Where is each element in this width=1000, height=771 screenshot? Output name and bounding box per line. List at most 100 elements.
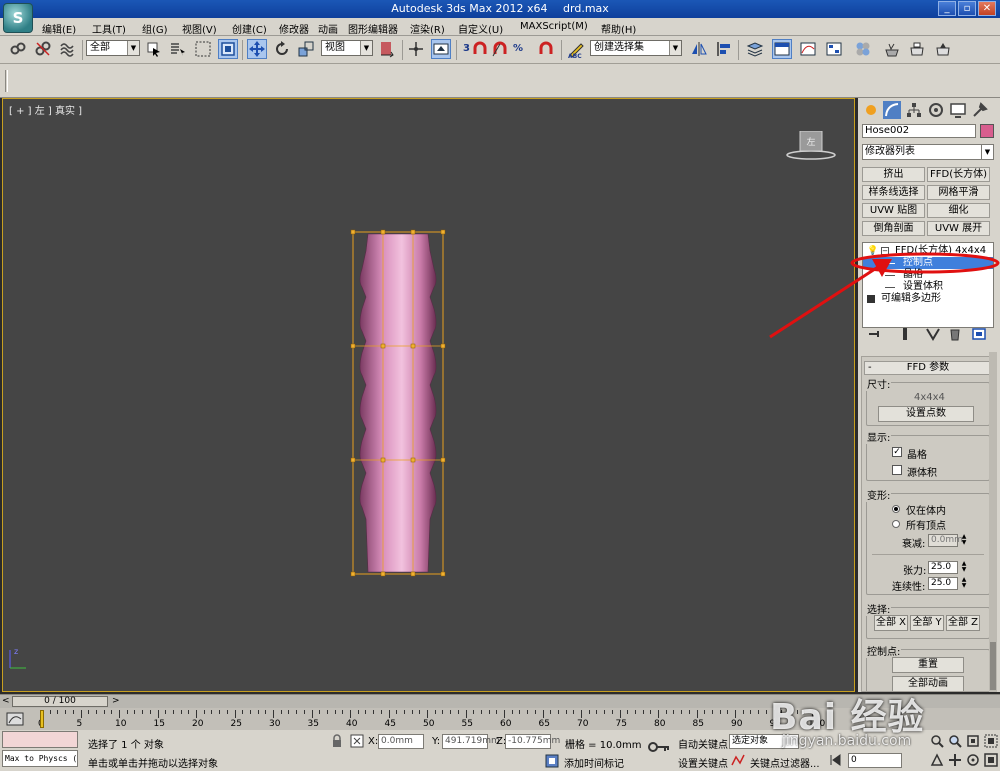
select-and-manipulate-icon[interactable]	[406, 39, 426, 59]
falloff-spinner[interactable]: 0.0mm	[928, 534, 963, 547]
modifier-list-dropdown[interactable]: 修改器列表 ▼	[862, 144, 994, 160]
rollout-header[interactable]: - FFD 参数	[864, 361, 992, 375]
menu-animation[interactable]: 动画	[318, 21, 338, 36]
set-number-of-points-button[interactable]: 设置点数	[878, 406, 974, 422]
graphite-ribbon-icon[interactable]	[772, 39, 792, 59]
minimize-button[interactable]: _	[938, 1, 956, 16]
x-coordinate-field[interactable]: 0.0mm	[378, 734, 424, 749]
maximize-viewport-icon[interactable]	[984, 753, 998, 767]
select-all-z-button[interactable]: 全部 Z	[946, 615, 980, 631]
orbit-icon[interactable]	[966, 753, 980, 767]
key-icon[interactable]	[648, 740, 670, 754]
pan-view-icon[interactable]	[948, 753, 962, 767]
rotate-icon[interactable]	[272, 39, 292, 59]
z-coordinate-field[interactable]: -10.775mm	[505, 734, 560, 749]
app-logo-button[interactable]: S	[3, 3, 33, 33]
menu-help[interactable]: 帮助(H)	[601, 21, 636, 36]
time-slider-right-arrow[interactable]: >	[112, 695, 122, 708]
time-slider-left-arrow[interactable]: <	[2, 695, 12, 708]
maxscript-listener-pink[interactable]	[2, 731, 78, 748]
angle-snap-icon[interactable]	[490, 39, 510, 59]
zoom-extents-icon[interactable]	[966, 734, 980, 748]
absolute-mode-icon[interactable]	[350, 734, 364, 748]
material-editor-icon[interactable]	[853, 39, 873, 59]
bind-spacewarp-icon[interactable]	[58, 39, 78, 59]
hose-object[interactable]	[350, 229, 446, 577]
create-tab-icon[interactable]	[862, 101, 880, 119]
display-tab-icon[interactable]	[949, 101, 967, 119]
tension-spinner[interactable]: 25.0	[928, 561, 958, 574]
continuity-spinner[interactable]: 25.0	[928, 577, 958, 590]
ribbon-grip[interactable]	[5, 70, 8, 92]
time-slider-thumb[interactable]: 0 / 100	[12, 696, 108, 707]
modifier-btn-uvw-map[interactable]: UVW 贴图	[862, 203, 925, 218]
current-frame-field[interactable]: 0	[848, 753, 902, 768]
maxscript-listener-field[interactable]: Max to Physcs (	[2, 750, 78, 767]
only-in-volume-radio[interactable]	[892, 505, 900, 513]
select-by-name-icon[interactable]	[168, 39, 188, 59]
menu-group[interactable]: 组(G)	[142, 21, 168, 36]
key-filters-button[interactable]: 关键点过滤器...	[750, 755, 820, 770]
select-all-x-button[interactable]: 全部 X	[874, 615, 908, 631]
modify-tab-icon[interactable]	[883, 101, 901, 119]
modifier-btn-bevel-profile[interactable]: 倒角剖面	[862, 221, 925, 236]
select-object-icon[interactable]	[144, 39, 164, 59]
time-cursor[interactable]	[40, 710, 44, 728]
render-production-icon[interactable]	[933, 39, 953, 59]
source-volume-checkbox[interactable]	[892, 465, 902, 475]
modifier-btn-tessellate[interactable]: 细化	[927, 203, 990, 218]
menu-customize[interactable]: 自定义(U)	[458, 21, 503, 36]
modifier-btn-meshsmooth[interactable]: 网格平滑	[927, 185, 990, 200]
spinner-arrows-icon[interactable]: ▲ ▼	[960, 534, 968, 547]
mini-curve-editor-icon[interactable]	[6, 711, 24, 727]
add-time-tag-label[interactable]: 添加时间标记	[564, 755, 624, 770]
snap-toggle-icon[interactable]	[470, 39, 490, 59]
scale-icon[interactable]	[296, 39, 316, 59]
snap-3d-label[interactable]: 3	[463, 43, 470, 54]
keyboard-shortcut-override-icon[interactable]	[431, 39, 451, 59]
motion-tab-icon[interactable]	[927, 101, 945, 119]
rendered-frame-window-icon[interactable]	[907, 39, 927, 59]
zoom-all-icon[interactable]	[948, 734, 962, 748]
object-color-swatch[interactable]	[980, 124, 994, 138]
field-of-view-icon[interactable]	[930, 753, 944, 767]
zoom-extents-all-icon[interactable]	[984, 734, 998, 748]
menu-edit[interactable]: 编辑(E)	[42, 21, 76, 36]
percent-snap-label[interactable]: %	[513, 43, 523, 54]
menu-modifiers[interactable]: 修改器	[279, 21, 309, 36]
menu-maxscript[interactable]: MAXScript(M)	[520, 21, 588, 32]
curve-editor-icon[interactable]	[798, 39, 818, 59]
lattice-checkbox[interactable]: ✓	[892, 447, 902, 457]
menu-graph-editors[interactable]: 图形编辑器	[348, 21, 398, 36]
scrollbar-thumb[interactable]	[990, 642, 996, 690]
selection-filter-dropdown[interactable]: 全部 ▼	[86, 40, 140, 56]
zoom-icon[interactable]	[930, 734, 944, 748]
mirror-icon[interactable]	[689, 39, 709, 59]
hierarchy-tab-icon[interactable]	[905, 101, 923, 119]
pivot-center-icon[interactable]	[377, 39, 397, 59]
link-icon[interactable]	[8, 39, 28, 59]
menu-rendering[interactable]: 渲染(R)	[410, 21, 445, 36]
command-panel-scrollbar[interactable]	[989, 352, 997, 692]
reset-button[interactable]: 重置	[892, 657, 964, 673]
select-all-y-button[interactable]: 全部 Y	[910, 615, 944, 631]
restore-button[interactable]: ▫	[958, 1, 976, 16]
y-coordinate-field[interactable]: 491.719mm	[442, 734, 500, 749]
all-vertices-radio[interactable]	[892, 520, 900, 528]
modifier-btn-unwrap-uvw[interactable]: UVW 展开	[927, 221, 990, 236]
object-name-field[interactable]: Hose002	[862, 124, 976, 138]
utilities-tab-icon[interactable]	[971, 101, 989, 119]
add-time-tag-icon[interactable]	[545, 754, 559, 768]
align-icon[interactable]	[714, 39, 734, 59]
auto-key-button[interactable]: 自动关键点	[678, 736, 728, 751]
go-to-start-icon[interactable]	[828, 753, 842, 767]
modifier-btn-spline-select[interactable]: 样条线选择	[862, 185, 925, 200]
set-key-button[interactable]: 设置关键点	[678, 755, 728, 770]
unlink-icon[interactable]	[33, 39, 53, 59]
layer-manager-icon[interactable]	[745, 39, 765, 59]
spinner-snap-icon[interactable]	[536, 39, 556, 59]
render-setup-icon[interactable]	[882, 39, 902, 59]
modifier-btn-extrude[interactable]: 挤出	[862, 167, 925, 182]
viewport-label[interactable]: [ + ] 左 ] 真实 ]	[9, 102, 82, 117]
menu-views[interactable]: 视图(V)	[182, 21, 217, 36]
